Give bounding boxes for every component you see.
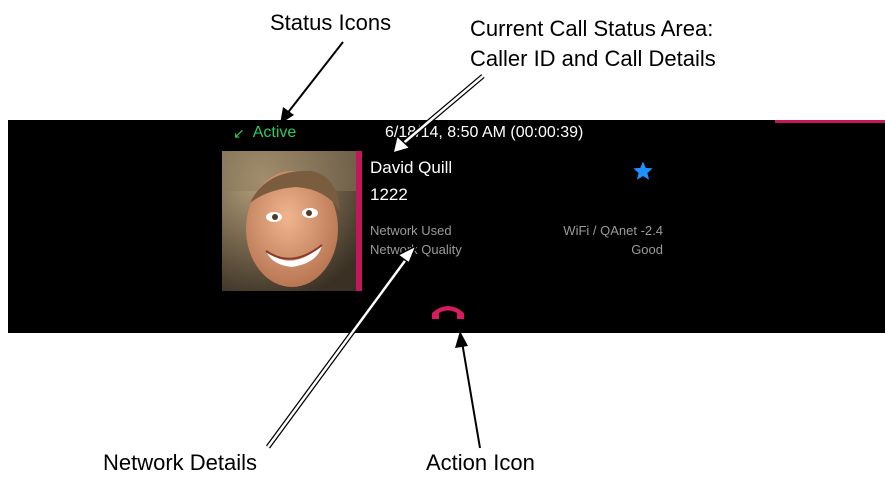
caller-name: David Quill — [370, 158, 453, 177]
call-panel: ↙ Active 6/18/14, 8:50 AM (00:00:39) Dav… — [8, 120, 885, 333]
callout-network-details: Network Details — [103, 450, 258, 475]
call-status: ↙ Active — [233, 124, 296, 142]
arrow-incoming-icon: ↙ — [233, 125, 245, 141]
accent-line — [775, 120, 885, 123]
arrow-action-icon — [461, 341, 481, 449]
caller-number: 1222 — [370, 185, 408, 204]
caller-avatar — [222, 151, 356, 291]
network-used-value: WiFi / QAnet -2.4 — [563, 223, 663, 238]
callout-action-icon: Action Icon — [426, 450, 535, 475]
network-quality-value: Good — [631, 242, 663, 257]
callout-call-status: Current Call Status Area: Caller ID and … — [470, 14, 716, 74]
avatar-accent-bar — [356, 151, 362, 291]
arrow-status-icons — [285, 41, 344, 116]
callout-call-status-line1: Current Call Status Area: — [470, 16, 714, 41]
callout-call-status-line2: Caller ID and Call Details — [470, 46, 716, 71]
call-status-label: Active — [252, 124, 297, 141]
hang-up-icon[interactable] — [429, 301, 467, 321]
arrowhead-action-icon — [455, 331, 468, 348]
network-quality-label: Network Quality — [370, 242, 462, 257]
star-icon[interactable] — [632, 160, 654, 182]
call-datetime: 6/18/14, 8:50 AM (00:00:39) — [385, 124, 584, 141]
network-used-label: Network Used — [370, 223, 452, 238]
callout-status-icons: Status Icons — [270, 10, 392, 35]
